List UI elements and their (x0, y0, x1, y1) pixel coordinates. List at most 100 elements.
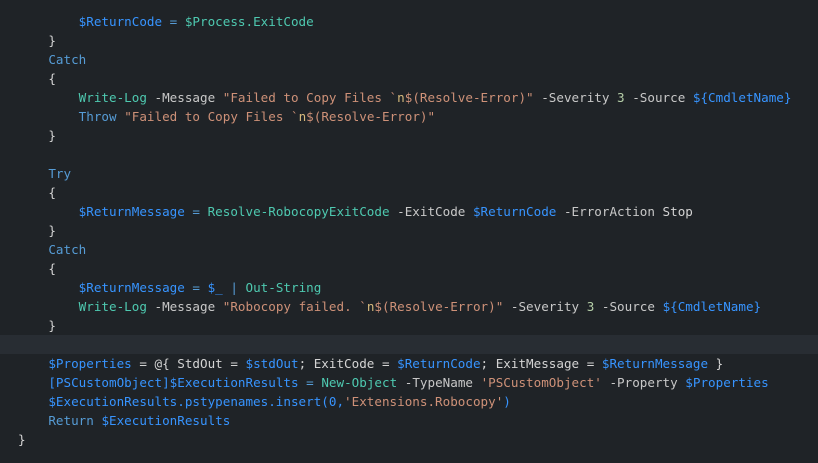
code-token: $ExecutionResults (169, 374, 299, 390)
code-line[interactable]: $ReturnCode = $Process.ExitCode (0, 12, 818, 31)
code-token: Catch (48, 51, 87, 67)
code-line[interactable]: Return $ExecutionResults (0, 411, 818, 430)
code-token: $Properties (685, 374, 769, 390)
code-editor[interactable]: $ReturnCode = $Process.ExitCode } Catch … (0, 0, 818, 463)
code-token: Stop (662, 203, 693, 219)
code-token: = @{ StdOut = (131, 355, 246, 371)
code-line[interactable]: Write-Log -Message "Robocopy failed. `n$… (0, 297, 818, 316)
code-token: { (18, 260, 56, 276)
code-line[interactable]: { (0, 259, 818, 278)
code-token: Resolve-RobocopyExitCode (207, 203, 390, 219)
code-token: $(Resolve-Error)" (404, 89, 534, 105)
code-token: Try (48, 165, 72, 181)
code-token: $ReturnMessage (601, 355, 709, 371)
code-line[interactable]: Write-Log -Message "Failed to Copy Files… (0, 88, 818, 107)
code-token: -Message (146, 298, 223, 314)
code-token: $(Resolve-Error)" (374, 298, 504, 314)
code-line[interactable]: } (0, 31, 818, 50)
code-line[interactable]: $ReturnMessage = $_ | Out-String (0, 278, 818, 297)
code-line[interactable]: } (0, 316, 818, 335)
code-token: -TypeName (397, 374, 481, 390)
code-token: = (184, 279, 208, 295)
code-token: $stdOut (245, 355, 299, 371)
code-line[interactable]: { (0, 69, 818, 88)
code-token: -ExitCode (389, 203, 473, 219)
code-token: "Failed to Copy Files ` (124, 108, 299, 124)
code-token: Throw (78, 108, 117, 124)
code-token: [PSCustomObject] (48, 374, 170, 390)
code-token: ${CmdletName} (662, 298, 762, 314)
code-token: Write-Log (78, 89, 147, 105)
code-line[interactable]: $Properties = @{ StdOut = $stdOut; ExitC… (0, 354, 818, 373)
code-line[interactable] (0, 334, 818, 354)
code-line[interactable] (0, 145, 818, 164)
code-token: Return (48, 412, 94, 428)
code-token: $Process.ExitCode (184, 13, 314, 29)
code-token: ; ExitCode = (298, 355, 398, 371)
code-token: "Failed to Copy Files ` (222, 89, 398, 105)
code-token: $ExecutionResults.pstypenames.insert(0, (48, 393, 345, 409)
code-line[interactable]: } (0, 126, 818, 145)
code-line[interactable]: } (0, 430, 818, 449)
code-token: { (18, 70, 56, 86)
code-token: } (708, 355, 724, 371)
code-token: 3 (617, 89, 625, 105)
code-token: $ExecutionResults (101, 412, 231, 428)
code-token: 'PSCustomObject' (480, 374, 602, 390)
code-token: $ReturnMessage (78, 203, 185, 219)
code-token: -Source (624, 89, 693, 105)
code-line[interactable]: [PSCustomObject]$ExecutionResults = New-… (0, 373, 818, 392)
code-token: $ReturnMessage (78, 279, 185, 295)
code-token: -Property (601, 374, 686, 390)
code-token: ) (503, 393, 511, 409)
code-token: ${CmdletName} (692, 89, 792, 105)
code-token: = (162, 13, 185, 29)
code-token: } (18, 127, 56, 143)
code-line[interactable]: Throw "Failed to Copy Files `n$(Resolve-… (0, 107, 818, 126)
code-token: "Robocopy failed. ` (222, 298, 367, 314)
code-token: = (298, 374, 322, 390)
code-token: } (18, 431, 26, 447)
code-token: = (184, 203, 208, 219)
code-token: -Severity (503, 298, 587, 314)
code-token: Catch (48, 241, 87, 257)
code-line[interactable]: Try (0, 164, 818, 183)
code-line[interactable]: Catch (0, 50, 818, 69)
code-token: ; ExitMessage = (480, 355, 602, 371)
code-token: $_ (207, 279, 223, 295)
code-token: $(Resolve-Error)" (306, 108, 436, 124)
code-token: } (18, 222, 56, 238)
code-line[interactable]: } (0, 221, 818, 240)
code-line[interactable]: Catch (0, 240, 818, 259)
code-token: | (222, 279, 246, 295)
code-token: 'Extensions.Robocopy' (344, 393, 504, 409)
code-token: $Properties (48, 355, 132, 371)
code-token: } (18, 32, 56, 48)
code-line[interactable]: $ExecutionResults.pstypenames.insert(0,'… (0, 392, 818, 411)
code-token: -Severity (533, 89, 618, 105)
code-line[interactable]: { (0, 183, 818, 202)
code-token: n (397, 89, 405, 105)
code-token: New-Object (321, 374, 398, 390)
code-token: } (18, 317, 56, 333)
code-token: Out-String (245, 279, 322, 295)
code-token: -Message (146, 89, 223, 105)
code-token: { (18, 184, 56, 200)
code-line[interactable]: $ReturnMessage = Resolve-RobocopyExitCod… (0, 202, 818, 221)
code-token: $ReturnCode (472, 203, 557, 219)
code-token: $ReturnCode (78, 13, 163, 29)
code-token: Write-Log (78, 298, 147, 314)
code-token: $ReturnCode (397, 355, 481, 371)
code-token: -ErrorAction (556, 203, 663, 219)
